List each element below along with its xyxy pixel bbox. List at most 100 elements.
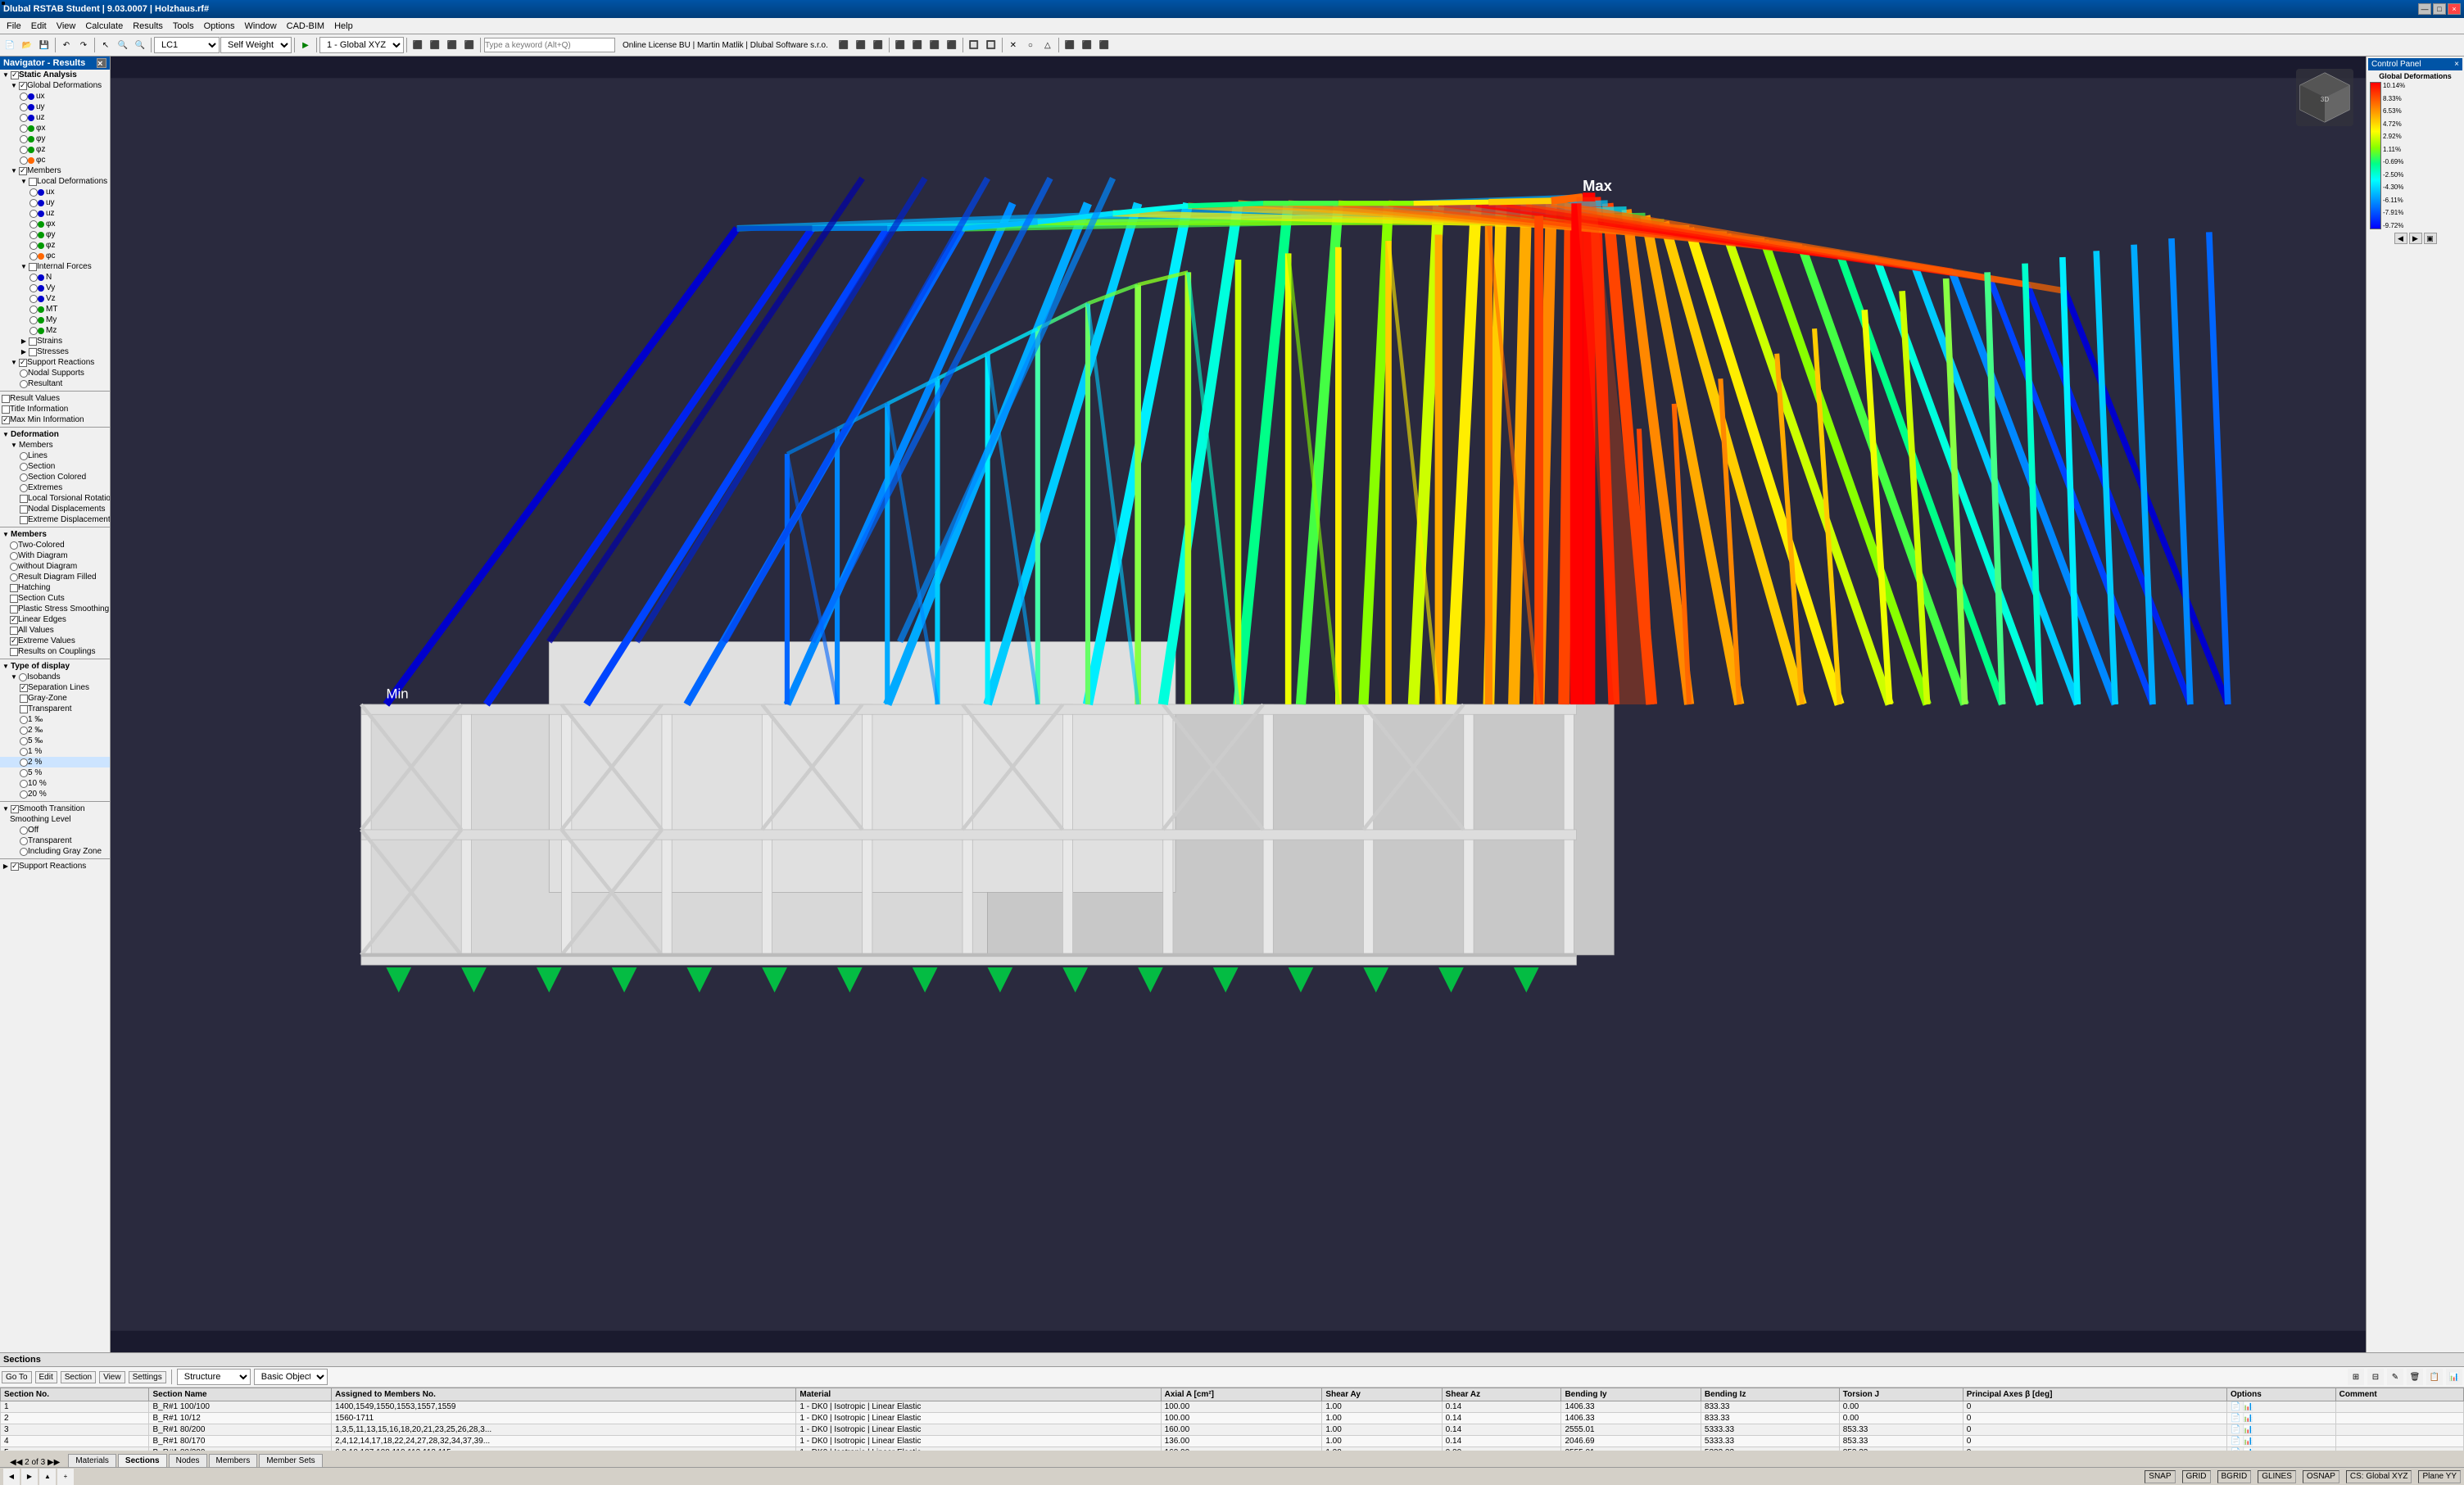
nav-pct-2[interactable]: 2 ‰	[0, 725, 110, 736]
th-material[interactable]: Material	[796, 1388, 1161, 1401]
tb2-12[interactable]: △	[1040, 37, 1056, 53]
nav-local-deformations[interactable]: ▼ Local Deformations	[0, 176, 110, 187]
nav-loc-phiz[interactable]: φz	[0, 240, 110, 251]
minimize-btn[interactable]: —	[2418, 3, 2431, 15]
menu-options[interactable]: Options	[199, 20, 240, 33]
nav-local-torsional[interactable]: Local Torsional Rotations	[0, 493, 110, 504]
nav-pct-5pm[interactable]: 5 ‰	[0, 736, 110, 746]
nav-loc-ux[interactable]: ux	[0, 187, 110, 197]
nav-stresses[interactable]: ▶ Stresses	[0, 346, 110, 357]
nav-off[interactable]: Off	[0, 825, 110, 835]
nav-uz[interactable]: uz	[0, 112, 110, 123]
nav-pct-2pct[interactable]: 2 %	[0, 757, 110, 767]
nav-mem-display[interactable]: ▼ Members	[0, 529, 110, 540]
status-snap[interactable]: SNAP	[2145, 1470, 2175, 1483]
nav-N[interactable]: N	[0, 272, 110, 283]
nav-sr-bottom[interactable]: ▶ Support Reactions	[0, 861, 110, 872]
settings-btn[interactable]: Settings	[129, 1371, 166, 1383]
sec-tb-3[interactable]: ✎	[2387, 1369, 2403, 1385]
nav-phic[interactable]: φc	[0, 155, 110, 165]
tb2-1[interactable]: ⬛	[836, 37, 852, 53]
close-btn[interactable]: ×	[2448, 3, 2461, 15]
nav-loc-phic[interactable]: φc	[0, 251, 110, 261]
th-torsionj[interactable]: Torsion J	[1839, 1388, 1963, 1401]
tab-sections[interactable]: Sections	[118, 1454, 167, 1467]
menu-calculate[interactable]: Calculate	[80, 20, 128, 33]
nav-two-colored[interactable]: Two-Colored	[0, 540, 110, 550]
nav-close[interactable]: ×	[97, 58, 106, 68]
table-row[interactable]: 4B_R#1 80/1702,4,12,14,17,18,22,24,27,28…	[1, 1436, 2464, 1447]
status-bgrid[interactable]: BGRID	[2217, 1470, 2252, 1483]
menu-window[interactable]: Window	[240, 20, 282, 33]
nav-type-display[interactable]: ▼ Type of display	[0, 661, 110, 672]
nav-phix[interactable]: φx	[0, 123, 110, 134]
nav-left[interactable]: ◀	[3, 1469, 20, 1485]
status-glines[interactable]: GLINES	[2258, 1470, 2296, 1483]
nav-linear-edges[interactable]: Linear Edges	[0, 614, 110, 625]
th-comment[interactable]: Comment	[2335, 1388, 2463, 1401]
nav-My[interactable]: My	[0, 315, 110, 325]
nav-deformation[interactable]: ▼ Deformation	[0, 429, 110, 440]
tb2-10[interactable]: ✕	[1005, 37, 1021, 53]
nav-MT[interactable]: MT	[0, 304, 110, 315]
th-principal[interactable]: Principal Axes β [deg]	[1963, 1388, 2226, 1401]
nav-extremes[interactable]: Extremes	[0, 482, 110, 493]
nav-up[interactable]: ▲	[39, 1469, 56, 1485]
tb-view1[interactable]: ⬛	[410, 37, 426, 53]
sec-tb-5[interactable]: 📋	[2426, 1369, 2443, 1385]
tb2-4[interactable]: ⬛	[892, 37, 908, 53]
menu-cadbim[interactable]: CAD-BIM	[282, 20, 329, 33]
menu-help[interactable]: Help	[329, 20, 358, 33]
menu-file[interactable]: File	[2, 20, 26, 33]
nav-internal-forces[interactable]: ▼ Internal Forces	[0, 261, 110, 272]
menu-tools[interactable]: Tools	[168, 20, 199, 33]
nav-pct-1pct[interactable]: 1 %	[0, 746, 110, 757]
nav-extreme-values[interactable]: Extreme Values	[0, 636, 110, 646]
nav-uy[interactable]: uy	[0, 102, 110, 112]
tb-redo[interactable]: ↷	[75, 37, 92, 53]
table-row[interactable]: 2B_R#1 10/121560-17111 - DK0 | Isotropic…	[1, 1413, 2464, 1424]
tb2-15[interactable]: ⬛	[1096, 37, 1112, 53]
tb2-13[interactable]: ⬛	[1062, 37, 1078, 53]
nav-without-diagram[interactable]: without Diagram	[0, 561, 110, 572]
nav-nodal-displacements[interactable]: Nodal Displacements	[0, 504, 110, 514]
tb-zoom-in[interactable]: 🔍	[115, 37, 131, 53]
tb-new[interactable]: 📄	[2, 37, 18, 53]
nav-Vz[interactable]: Vz	[0, 293, 110, 304]
section-btn[interactable]: Section	[61, 1371, 96, 1383]
menu-results[interactable]: Results	[128, 20, 168, 33]
tb-view2[interactable]: ⬛	[427, 37, 443, 53]
nav-with-diagram[interactable]: With Diagram	[0, 550, 110, 561]
th-no[interactable]: Section No.	[1, 1388, 149, 1401]
nav-section[interactable]: Section	[0, 461, 110, 472]
nav-separation-lines[interactable]: Separation Lines	[0, 682, 110, 693]
nav-add[interactable]: +	[57, 1469, 74, 1485]
nav-def-members[interactable]: ▼ Members	[0, 440, 110, 450]
sec-tb-2[interactable]: ⊟	[2367, 1369, 2384, 1385]
tb2-7[interactable]: ⬛	[944, 37, 960, 53]
nav-smoothing-level[interactable]: Smoothing Level	[0, 814, 110, 825]
tb2-3[interactable]: ⬛	[870, 37, 886, 53]
nav-incl-gray[interactable]: Including Gray Zone	[0, 846, 110, 857]
nav-extreme-displacement[interactable]: Extreme Displacement	[0, 514, 110, 525]
tb-view3[interactable]: ⬛	[444, 37, 460, 53]
tb-zoom-out[interactable]: 🔍	[132, 37, 148, 53]
lc-dropdown[interactable]: LC1	[154, 37, 220, 53]
nav-pct-10pct[interactable]: 10 %	[0, 778, 110, 789]
nav-loc-phix[interactable]: φx	[0, 219, 110, 229]
nav-members-header[interactable]: ▼ Members	[0, 165, 110, 176]
tb2-6[interactable]: ⬛	[926, 37, 943, 53]
tab-nodes[interactable]: Nodes	[169, 1454, 207, 1467]
nav-lines[interactable]: Lines	[0, 450, 110, 461]
nav-loc-uy[interactable]: uy	[0, 197, 110, 208]
cp-home-btn[interactable]: ▣	[2424, 233, 2437, 244]
nav-section-colored[interactable]: Section Colored	[0, 472, 110, 482]
nav-results-on-couplings[interactable]: Results on Couplings	[0, 646, 110, 657]
nav-nodal-supports[interactable]: Nodal Supports	[0, 368, 110, 378]
nav-hatching[interactable]: Hatching	[0, 582, 110, 593]
filter-dropdown[interactable]: Structure	[177, 1369, 251, 1385]
th-bendingiy[interactable]: Bending Iy	[1561, 1388, 1701, 1401]
nav-pct-20pct[interactable]: 20 %	[0, 789, 110, 799]
tb-save[interactable]: 💾	[36, 37, 52, 53]
viewport[interactable]: Max Min 3D	[111, 57, 2366, 1352]
